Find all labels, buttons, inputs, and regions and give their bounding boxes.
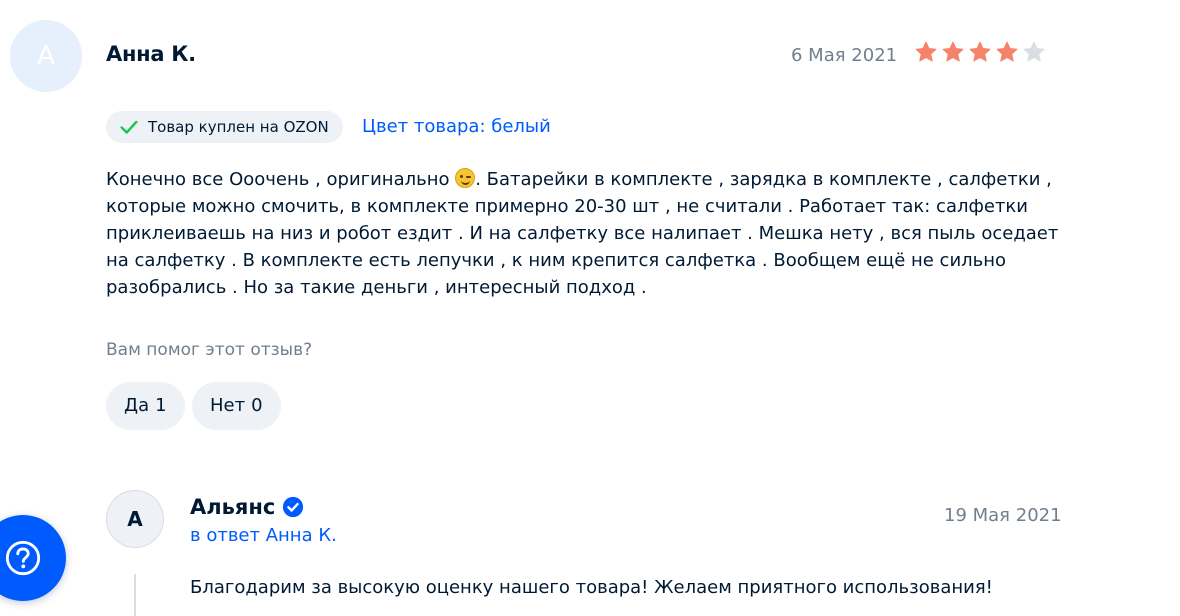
purchase-badge-label: Товар куплен на OZON: [148, 118, 329, 136]
helpful-question: Вам помог этот отзыв?: [106, 340, 313, 360]
review-text-part-1: Конечно все Ооочень , оригинально: [106, 169, 456, 190]
helpful-no-button[interactable]: Нет 0: [192, 382, 281, 430]
star-filled-icon: [968, 40, 992, 64]
purchase-badge: Товар куплен на OZON: [106, 111, 343, 143]
star-filled-icon: [995, 40, 1019, 64]
helpful-yes-label: Да: [124, 395, 150, 416]
helpful-no-count: 0: [251, 395, 263, 416]
reviewer-avatar-letter: А: [37, 41, 55, 71]
reviewer-name[interactable]: Анна К.: [106, 42, 196, 66]
seller-avatar: А: [106, 490, 164, 548]
review-text: Конечно все Ооочень , оригинально . Бата…: [106, 166, 1066, 301]
question-circle-icon: [5, 540, 41, 576]
thread-divider: [134, 574, 136, 616]
winking-face-emoji-icon: [455, 168, 476, 188]
check-icon: [118, 116, 140, 138]
seller-name[interactable]: Альянс: [190, 495, 275, 519]
rating-stars: [914, 40, 1046, 64]
helpful-yes-count: 1: [155, 395, 167, 416]
review-date: 6 Мая 2021: [791, 45, 898, 66]
seller-name-row: Альянс: [190, 495, 304, 519]
helpful-no-label: Нет: [210, 395, 246, 416]
help-button[interactable]: [0, 515, 66, 601]
product-color-link[interactable]: Цвет товара: белый: [362, 116, 551, 137]
star-filled-icon: [941, 40, 965, 64]
star-filled-icon: [914, 40, 938, 64]
seller-avatar-letter: А: [127, 507, 143, 531]
verified-badge-icon: [282, 496, 304, 518]
reply-text: Благодарим за высокую оценку нашего това…: [190, 577, 993, 598]
star-empty-icon: [1022, 40, 1046, 64]
helpful-yes-button[interactable]: Да 1: [106, 382, 185, 430]
reply-to-link[interactable]: в ответ Анна К.: [190, 525, 337, 546]
reviewer-avatar: А: [10, 20, 82, 92]
reply-date: 19 Мая 2021: [944, 505, 1062, 526]
